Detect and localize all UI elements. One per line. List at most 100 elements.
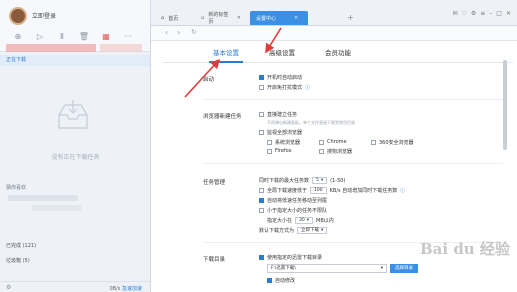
chevron-down-icon: ▾ <box>306 217 310 223</box>
use-dir-option[interactable]: 使用指定的迅雷下载目录 <box>259 254 322 261</box>
checkbox[interactable] <box>259 255 264 260</box>
section-browser: 浏览器新建任务 <box>203 114 242 120</box>
boot-start-option[interactable]: 开机时自动启动 <box>259 74 302 81</box>
close-icon[interactable]: ✕ <box>237 15 241 21</box>
chevron-down-icon: ▾ <box>320 177 324 183</box>
browser-option-firefox[interactable]: Firefox <box>267 148 292 154</box>
avatar[interactable] <box>9 7 27 25</box>
blurred-banner-2 <box>100 44 142 52</box>
empty-message: 没有正在下载任务 <box>51 154 100 161</box>
checkbox[interactable] <box>371 140 376 145</box>
login-link[interactable]: 立即登录 <box>32 11 56 20</box>
speed-boost-link[interactable]: 急速加速 <box>122 286 142 292</box>
close-window-icon[interactable]: ✕ <box>506 10 511 17</box>
pause-icon[interactable]: Ⅱ <box>51 30 73 42</box>
calendar-icon[interactable]: ▦ <box>95 30 117 42</box>
size-limit-select[interactable]: 30 ▾ <box>295 217 314 224</box>
checkbox[interactable] <box>259 130 264 135</box>
tab-advanced-settings[interactable]: 高级设置 <box>269 47 295 57</box>
direct-task-option[interactable]: 直接建立任务 <box>259 111 297 118</box>
left-panel: 立即登录 ⊕ ▷ Ⅱ 🗑 ▦ ··· 正在下载 没有正在下载任务 猜你喜欢 已完… <box>0 0 151 292</box>
info-icon[interactable]: ⓘ <box>305 84 310 91</box>
settings-small-icon[interactable]: ⚙ <box>6 284 11 291</box>
browser-option-360[interactable]: 360安全浏览器 <box>371 139 414 146</box>
browser-option-chrome[interactable]: Chrome <box>319 139 347 145</box>
chevron-down-icon: ▾ <box>321 227 324 233</box>
tab-new[interactable]: ▫ 新的标签页 ✕ <box>195 11 247 25</box>
small-task-option[interactable]: 小于指定大小的任务不限队 <box>259 207 327 214</box>
minimize-icon[interactable]: – <box>489 10 492 17</box>
checkbox[interactable] <box>267 140 272 145</box>
back-icon[interactable]: ‹ <box>165 28 168 37</box>
refresh-icon[interactable]: ↻ <box>191 28 197 36</box>
scrollbar[interactable] <box>503 60 507 150</box>
blurred-recommend-2 <box>32 205 82 211</box>
checkbox[interactable] <box>259 112 264 117</box>
nav-bar: ‹ › ↻ <box>151 26 517 41</box>
skin-icon[interactable]: ♡ <box>461 10 466 17</box>
default-mode-select[interactable]: 立即下载 ▾ <box>297 227 328 234</box>
add-icon[interactable]: ⊕ <box>7 30 29 42</box>
window-controls: ✉ ♡ ⚙ ≡ – □ ✕ <box>452 10 511 17</box>
auto-top-option[interactable]: 自动将低速任务移动至列尾 <box>259 197 327 204</box>
tab-settings[interactable]: 设置中心 ✕ <box>250 11 308 25</box>
new-tab-button[interactable]: + <box>347 13 354 22</box>
checkbox[interactable] <box>259 75 264 80</box>
checkbox[interactable] <box>267 148 272 154</box>
checkbox[interactable] <box>319 139 324 145</box>
sidebar-item-trash[interactable]: 垃圾箱 (5) <box>6 257 30 264</box>
more-icon[interactable]: ··· <box>117 30 139 42</box>
auto-modify-option[interactable]: 自动修改 <box>267 277 295 284</box>
section-startup: 启动 <box>203 77 215 83</box>
download-path-select[interactable]: F:\迅雷下载\ ▾ <box>267 264 387 273</box>
choose-dir-button[interactable]: 选择目录 <box>390 264 418 273</box>
mail-icon[interactable]: ✉ <box>452 10 457 17</box>
divider <box>203 99 503 100</box>
direct-task-hint: 不再弹出新建面板，单个文件直接下载到常用目录 <box>267 120 355 125</box>
empty-tray-icon <box>58 100 88 129</box>
play-icon[interactable]: ▷ <box>29 30 51 42</box>
sidebar-item-completed[interactable]: 已完成 (121) <box>6 242 36 249</box>
checkbox[interactable] <box>267 278 272 283</box>
speed-threshold-input[interactable]: 100 <box>310 187 327 194</box>
checkbox[interactable] <box>319 149 324 154</box>
tab-member-features[interactable]: 会员功能 <box>325 47 351 57</box>
maximize-icon[interactable]: □ <box>496 10 502 17</box>
checkbox[interactable] <box>259 85 264 90</box>
info-icon[interactable]: ⓘ <box>400 187 405 194</box>
close-icon[interactable]: ✕ <box>294 15 298 21</box>
forward-icon[interactable]: › <box>177 28 180 37</box>
default-mode-row: 默认下载方式为 立即下载 ▾ <box>259 227 328 234</box>
recommend-label: 猜你喜欢 <box>6 185 27 191</box>
menu-icon[interactable]: ≡ <box>480 10 485 17</box>
title-bar: ⌂ 首页 ▫ 新的标签页 ✕ 设置中心 ✕ + ✉ ♡ ⚙ ≡ – □ ✕ <box>151 0 517 26</box>
free-mode-option[interactable]: 开启免打扰模式 ⓘ <box>259 84 310 91</box>
section-task-management: 任务管理 <box>203 180 226 186</box>
tab-basic-settings[interactable]: 基本设置 <box>209 47 243 63</box>
monitor-all-option[interactable]: 监视全部浏览器 <box>259 129 302 136</box>
left-header: 立即登录 ⊕ ▷ Ⅱ 🗑 ▦ ··· <box>0 0 150 52</box>
checkbox[interactable] <box>259 188 264 193</box>
blurred-recommend <box>8 195 78 201</box>
divider <box>203 163 503 164</box>
sidebar-item-downloading[interactable]: 正在下载 <box>0 55 150 66</box>
watermark: Bai du 经验 <box>420 240 510 258</box>
gear-icon[interactable]: ⚙ <box>471 10 476 17</box>
blurred-banner <box>6 44 96 52</box>
left-toolbar: ⊕ ▷ Ⅱ 🗑 ▦ ··· <box>7 30 139 42</box>
checkbox[interactable] <box>259 198 264 203</box>
delete-icon[interactable]: 🗑 <box>73 30 95 42</box>
speed-status: 0B/s 急速加速 <box>109 286 142 292</box>
speed-threshold-row: 全局下载速度低于 100 KB/s 自动增加同时下载任务数 ⓘ <box>259 187 405 194</box>
page-icon: ▫ <box>201 15 205 21</box>
home-icon: ⌂ <box>161 15 165 21</box>
tab-home[interactable]: ⌂ 首页 <box>155 11 193 25</box>
size-limit-row: 指定大小在 30 ▾ MB以内 <box>267 217 334 224</box>
checkbox[interactable] <box>259 208 264 213</box>
left-footer: ⚙ 0B/s 急速加速 <box>0 281 150 292</box>
max-tasks-row: 同时下载的最大任务数 5 ▾ (1-50) <box>259 177 346 184</box>
browser-option-sogou[interactable]: 搜狗浏览器 <box>319 148 352 155</box>
browser-option-system[interactable]: 系统浏览器 <box>267 139 300 146</box>
settings-tabs: 基本设置 高级设置 会员功能 <box>163 41 513 63</box>
max-tasks-select[interactable]: 5 ▾ <box>312 177 328 184</box>
